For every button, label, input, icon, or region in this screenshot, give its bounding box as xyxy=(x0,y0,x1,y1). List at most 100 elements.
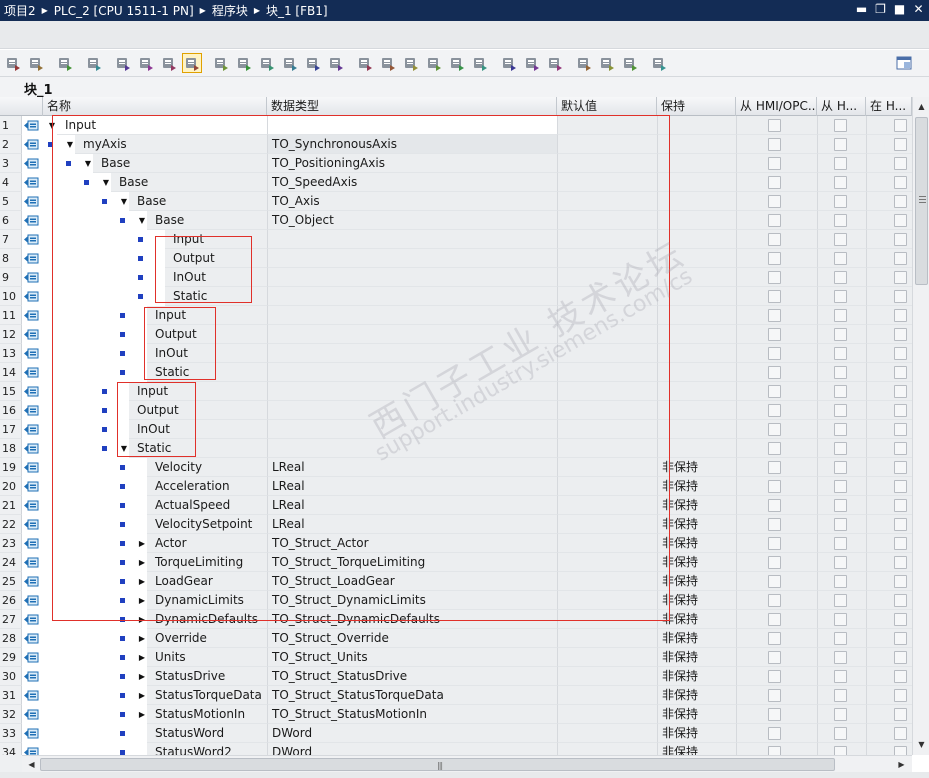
row-datatype[interactable] xyxy=(267,344,557,363)
row-default-value[interactable] xyxy=(557,325,657,344)
triangle-right-icon[interactable]: ▶ xyxy=(137,667,147,686)
cross-ref-icon[interactable] xyxy=(574,53,594,73)
in-h-checkbox[interactable] xyxy=(894,708,907,721)
scroll-down-icon[interactable]: ▼ xyxy=(914,737,929,752)
in-h-checkbox[interactable] xyxy=(894,404,907,417)
from-hmi-checkbox[interactable] xyxy=(768,727,781,740)
row-default-value[interactable] xyxy=(557,534,657,553)
from-h-checkbox[interactable] xyxy=(834,613,847,626)
breakpoint-icon[interactable] xyxy=(499,53,519,73)
snapshot-icon[interactable] xyxy=(159,53,179,73)
table-row[interactable]: 5 ▼ Base TO_Axis xyxy=(0,192,912,211)
from-hmi-checkbox[interactable] xyxy=(768,651,781,664)
row-retain[interactable]: 非保持 xyxy=(657,515,736,534)
row-retain[interactable]: 非保持 xyxy=(657,648,736,667)
table-row[interactable]: 4 ▼ Base TO_SpeedAxis xyxy=(0,173,912,192)
from-hmi-checkbox[interactable] xyxy=(768,214,781,227)
from-hmi-checkbox[interactable] xyxy=(768,195,781,208)
table-row[interactable]: 17 InOut xyxy=(0,420,912,439)
from-h-checkbox[interactable] xyxy=(834,328,847,341)
horizontal-scroll-thumb[interactable]: ||| xyxy=(40,758,835,771)
in-h-checkbox[interactable] xyxy=(894,518,907,531)
from-h-checkbox[interactable] xyxy=(834,423,847,436)
row-default-value[interactable] xyxy=(557,116,657,135)
row-datatype[interactable] xyxy=(267,116,557,135)
from-hmi-checkbox[interactable] xyxy=(768,746,781,755)
table-row[interactable]: 27 ▶ DynamicDefaults TO_Struct_DynamicDefau… xyxy=(0,610,912,629)
row-retain[interactable] xyxy=(657,116,736,135)
from-h-checkbox[interactable] xyxy=(834,385,847,398)
triangle-down-icon[interactable]: ▼ xyxy=(101,173,111,192)
table-row[interactable]: 12 Output xyxy=(0,325,912,344)
minimize-icon[interactable]: ▬ xyxy=(855,2,868,17)
from-h-checkbox[interactable] xyxy=(834,176,847,189)
row-datatype[interactable]: TO_Object xyxy=(267,211,557,230)
triangle-right-icon[interactable]: ▶ xyxy=(137,553,147,572)
from-hmi-checkbox[interactable] xyxy=(768,138,781,151)
add-row-icon[interactable] xyxy=(26,53,46,73)
header-in-h[interactable]: 在 H... xyxy=(866,97,912,116)
scroll-right-icon[interactable]: ▶ xyxy=(894,757,909,772)
row-retain[interactable] xyxy=(657,135,736,154)
row-retain[interactable]: 非保持 xyxy=(657,477,736,496)
triangle-down-icon[interactable]: ▼ xyxy=(119,439,129,458)
row-retain[interactable]: 非保持 xyxy=(657,743,736,755)
row-default-value[interactable] xyxy=(557,686,657,705)
row-retain[interactable]: 非保持 xyxy=(657,686,736,705)
in-h-checkbox[interactable] xyxy=(894,632,907,645)
table-row[interactable]: 23 ▶ Actor TO_Struct_Actor 非保持 xyxy=(0,534,912,553)
in-h-checkbox[interactable] xyxy=(894,442,907,455)
row-datatype[interactable]: DWord xyxy=(267,743,557,755)
row-retain[interactable] xyxy=(657,230,736,249)
row-datatype[interactable]: LReal xyxy=(267,477,557,496)
from-hmi-checkbox[interactable] xyxy=(768,347,781,360)
row-default-value[interactable] xyxy=(557,135,657,154)
from-hmi-checkbox[interactable] xyxy=(768,518,781,531)
table-row[interactable]: 6 ▼ Base TO_Object xyxy=(0,211,912,230)
row-default-value[interactable] xyxy=(557,268,657,287)
list-view-icon[interactable] xyxy=(113,53,133,73)
from-hmi-checkbox[interactable] xyxy=(768,328,781,341)
row-datatype[interactable]: LReal xyxy=(267,458,557,477)
table-row[interactable]: 18 ▼ Static xyxy=(0,439,912,458)
table-row[interactable]: 7 Input xyxy=(0,230,912,249)
indent-icon[interactable] xyxy=(378,53,398,73)
in-h-checkbox[interactable] xyxy=(894,537,907,550)
in-h-checkbox[interactable] xyxy=(894,727,907,740)
from-h-checkbox[interactable] xyxy=(834,746,847,755)
in-h-checkbox[interactable] xyxy=(894,613,907,626)
triangle-right-icon[interactable]: ▶ xyxy=(137,591,147,610)
in-h-checkbox[interactable] xyxy=(894,651,907,664)
row-retain[interactable] xyxy=(657,382,736,401)
from-h-checkbox[interactable] xyxy=(834,556,847,569)
from-h-checkbox[interactable] xyxy=(834,575,847,588)
row-default-value[interactable] xyxy=(557,610,657,629)
row-default-value[interactable] xyxy=(557,420,657,439)
row-datatype[interactable]: TO_Struct_TorqueLimiting xyxy=(267,553,557,572)
row-datatype[interactable]: DWord xyxy=(267,724,557,743)
from-hmi-checkbox[interactable] xyxy=(768,632,781,645)
triangle-down-icon[interactable]: ▼ xyxy=(47,116,57,135)
from-hmi-checkbox[interactable] xyxy=(768,480,781,493)
step-back-icon[interactable] xyxy=(545,53,565,73)
from-hmi-checkbox[interactable] xyxy=(768,119,781,132)
table-row[interactable]: 11 Input xyxy=(0,306,912,325)
insert-network-icon[interactable] xyxy=(355,53,375,73)
from-h-checkbox[interactable] xyxy=(834,290,847,303)
from-hmi-checkbox[interactable] xyxy=(768,233,781,246)
row-datatype[interactable] xyxy=(267,268,557,287)
from-h-checkbox[interactable] xyxy=(834,480,847,493)
in-h-checkbox[interactable] xyxy=(894,480,907,493)
row-default-value[interactable] xyxy=(557,496,657,515)
row-default-value[interactable] xyxy=(557,306,657,325)
row-datatype[interactable] xyxy=(267,249,557,268)
row-default-value[interactable] xyxy=(557,382,657,401)
from-h-checkbox[interactable] xyxy=(834,537,847,550)
unlink-icon[interactable] xyxy=(620,53,640,73)
table-row[interactable]: 34 StatusWord2 DWord 非保持 xyxy=(0,743,912,755)
table-row[interactable]: 29 ▶ Units TO_Struct_Units 非保持 xyxy=(0,648,912,667)
row-retain[interactable]: 非保持 xyxy=(657,496,736,515)
row-default-value[interactable] xyxy=(557,705,657,724)
triangle-right-icon[interactable]: ▶ xyxy=(137,629,147,648)
restore-icon[interactable]: ❐ xyxy=(874,2,887,17)
